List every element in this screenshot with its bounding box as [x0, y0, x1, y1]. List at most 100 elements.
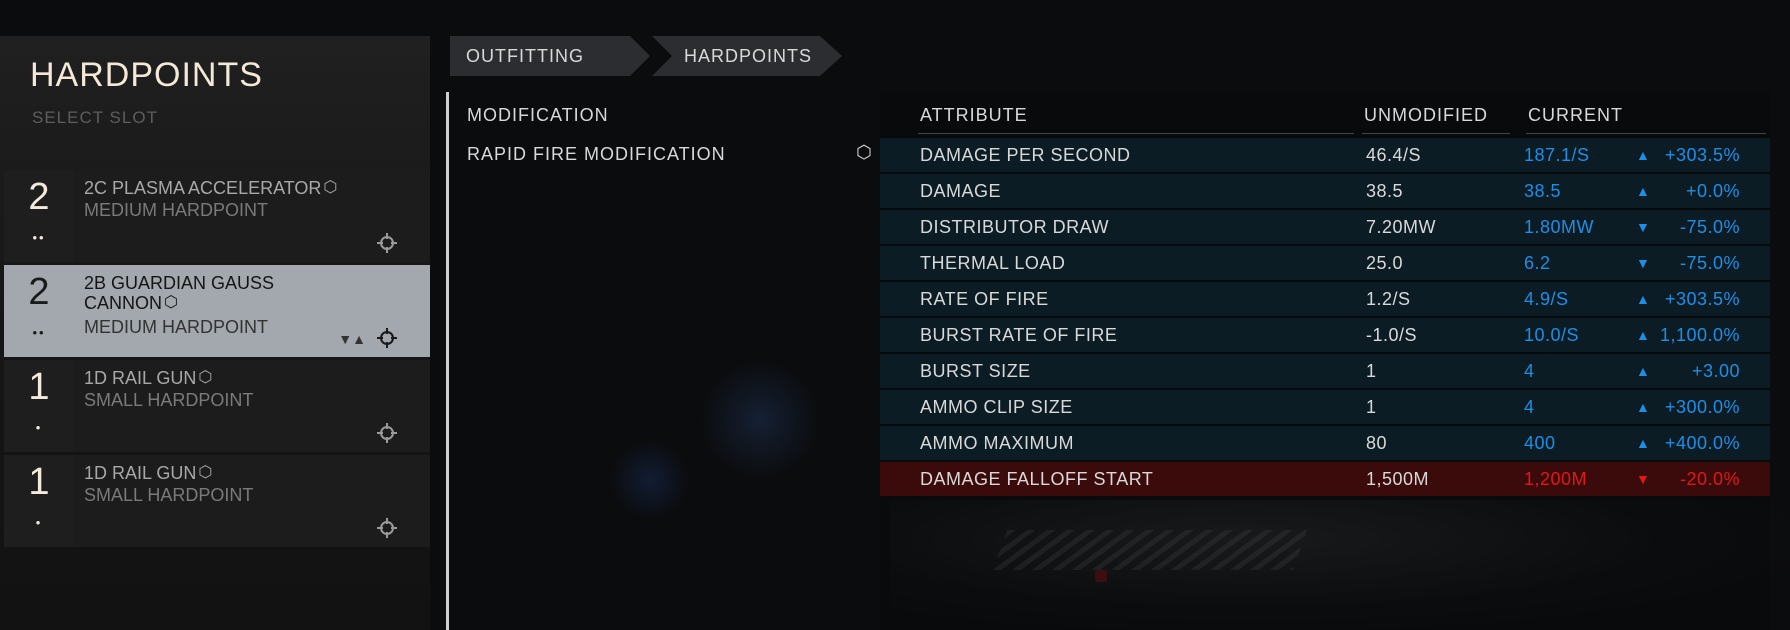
slot-pips: •• — [32, 230, 46, 245]
slot-pips: • — [35, 515, 43, 530]
table-row: BURST SIZE 1 4 ▲ +3.00 — [880, 354, 1770, 388]
slot-pips: •• — [32, 325, 46, 340]
hardpoint-slot-3[interactable]: 1 • 1D RAIL GUN ⬡ SMALL HARDPOINT — [4, 360, 430, 452]
up-arrow-icon: ▲ — [1636, 183, 1651, 199]
hexagon-mod-icon: ⬡ — [198, 369, 213, 386]
table-row: DAMAGE FALLOFF START 1,500M 1,200M ▼ -20… — [880, 462, 1770, 496]
up-arrow-icon: ▲ — [1636, 399, 1651, 415]
row-change: +303.5% — [1664, 145, 1740, 165]
background-glow — [610, 440, 690, 520]
row-unmodified: 46.4/S — [1366, 145, 1422, 165]
slot-item-name: 2C PLASMA ACCELERATOR ⬡ — [84, 178, 337, 198]
table-row: DAMAGE PER SECOND 46.4/S 187.1/S ▲ +303.… — [880, 138, 1770, 172]
row-current: 400 — [1524, 433, 1556, 453]
crosshair-icon[interactable] — [376, 327, 398, 349]
row-unmodified: 1.2/S — [1366, 289, 1411, 309]
hexagon-mod-icon: ⬡ — [198, 464, 213, 481]
row-unmodified: 38.5 — [1366, 181, 1404, 201]
row-unmodified: -1.0/S — [1366, 325, 1418, 345]
breadcrumb-hardpoints[interactable]: HARDPOINTS — [652, 36, 842, 76]
row-attribute: DAMAGE PER SECOND — [920, 145, 1131, 165]
slot-size: 1 — [28, 366, 50, 408]
up-arrow-icon: ▲ — [1636, 327, 1651, 343]
header-attribute: ATTRIBUTE — [920, 105, 1028, 125]
row-unmodified: 7.20MW — [1366, 217, 1437, 237]
row-change: +303.5% — [1664, 289, 1740, 309]
row-attribute: AMMO MAXIMUM — [920, 433, 1074, 453]
slot-item-type: MEDIUM HARDPOINT — [84, 200, 268, 220]
row-change: -20.0% — [1679, 469, 1740, 489]
table-row: THERMAL LOAD 25.0 6.2 ▼ -75.0% — [880, 246, 1770, 280]
table-row: BURST RATE OF FIRE -1.0/S 10.0/S ▲ 1,100… — [880, 318, 1770, 352]
up-arrow-icon: ▲ — [1636, 147, 1651, 163]
slot-item-type: SMALL HARDPOINT — [84, 390, 254, 410]
hardpoint-slot-4[interactable]: 1 • 1D RAIL GUN ⬡ SMALL HARDPOINT — [4, 455, 430, 547]
row-attribute: BURST SIZE — [920, 361, 1031, 381]
row-current: 1.80MW — [1524, 217, 1595, 237]
up-arrow-icon: ▲ — [1636, 363, 1651, 379]
row-current: 4.9/S — [1524, 289, 1569, 309]
header-current: CURRENT — [1528, 105, 1623, 125]
row-unmodified: 1 — [1366, 361, 1377, 381]
crosshair-icon[interactable] — [376, 422, 398, 444]
table-row: AMMO MAXIMUM 80 400 ▲ +400.0% — [880, 426, 1770, 460]
row-unmodified: 80 — [1366, 433, 1388, 453]
slot-size-box: 1 • — [4, 455, 74, 547]
row-attribute: DAMAGE — [920, 181, 1002, 201]
table-row: RATE OF FIRE 1.2/S 4.9/S ▲ +303.5% — [880, 282, 1770, 316]
table-row: DISTRIBUTOR DRAW 7.20MW 1.80MW ▼ -75.0% — [880, 210, 1770, 244]
slot-item-name: 1D RAIL GUN ⬡ — [84, 463, 212, 483]
row-attribute: DISTRIBUTOR DRAW — [920, 217, 1110, 237]
slot-item-type: MEDIUM HARDPOINT — [84, 317, 268, 337]
breadcrumb-outfitting[interactable]: OUTFITTING — [450, 36, 650, 76]
crosshair-icon[interactable] — [376, 232, 398, 254]
hexagon-mod-icon: ⬡ — [323, 179, 338, 196]
slot-item-name: 1D RAIL GUN ⬡ — [84, 368, 212, 388]
row-current: 38.5 — [1524, 181, 1562, 201]
row-attribute: THERMAL LOAD — [920, 253, 1066, 273]
down-arrow-icon: ▼ — [1636, 255, 1651, 271]
slot-item-name-line2: CANNON — [84, 293, 163, 313]
row-change: -75.0% — [1679, 217, 1740, 237]
row-attribute: AMMO CLIP SIZE — [920, 397, 1073, 417]
crosshair-icon[interactable] — [376, 517, 398, 539]
modification-header: MODIFICATION — [467, 105, 609, 125]
slot-size: 1 — [28, 461, 50, 503]
down-arrow-icon: ▼ — [1636, 471, 1651, 487]
row-change: +3.00 — [1691, 361, 1740, 381]
slot-item-name-line1: 2B GUARDIAN GAUSS — [84, 273, 275, 293]
panel-divider — [446, 92, 449, 630]
header-unmodified: UNMODIFIED — [1364, 105, 1488, 125]
hardpoint-slot-1[interactable]: 2 •• 2C PLASMA ACCELERATOR ⬡ MEDIUM HARDP… — [4, 170, 430, 262]
row-change: 1,100.0% — [1659, 325, 1740, 345]
panel-subtitle: SELECT SLOT — [32, 108, 158, 127]
row-unmodified: 25.0 — [1366, 253, 1404, 273]
up-arrow-icon: ▲ — [1636, 291, 1651, 307]
panel-title: HARDPOINTS — [30, 56, 263, 94]
hardpoint-slot-2[interactable]: 2 •• 2B GUARDIAN GAUSS CANNON ⬡ MEDIUM HA… — [4, 265, 430, 357]
slot-item-name-text: 1D RAIL GUN — [84, 463, 197, 483]
row-unmodified: 1 — [1366, 397, 1377, 417]
down-arrow-icon: ▼ — [1636, 219, 1651, 235]
background-glow — [700, 360, 820, 480]
row-attribute: RATE OF FIRE — [920, 289, 1049, 309]
header-underline — [1526, 133, 1766, 134]
row-change: +300.0% — [1664, 397, 1740, 417]
slot-item-name-text: 1D RAIL GUN — [84, 368, 197, 388]
row-attribute: BURST RATE OF FIRE — [920, 325, 1118, 345]
header-underline — [1362, 133, 1510, 134]
row-attribute: DAMAGE FALLOFF START — [920, 469, 1154, 489]
slot-item-name: 2B GUARDIAN GAUSS CANNON ⬡ — [84, 273, 274, 313]
slot-size-box: 1 • — [4, 360, 74, 452]
row-change: +400.0% — [1664, 433, 1740, 453]
row-current: 187.1/S — [1524, 145, 1590, 165]
row-current: 4 — [1524, 397, 1535, 417]
slot-size-box: 2 •• — [4, 265, 74, 357]
slot-size: 2 — [28, 271, 50, 313]
row-current: 6.2 — [1524, 253, 1551, 273]
up-arrow-icon: ▲ — [1636, 435, 1651, 451]
row-current: 1,200M — [1524, 469, 1588, 489]
table-row: AMMO CLIP SIZE 1 4 ▲ +300.0% — [880, 390, 1770, 424]
modification-name[interactable]: RAPID FIRE MODIFICATION — [467, 144, 726, 165]
row-unmodified: 1,500M — [1366, 469, 1430, 489]
